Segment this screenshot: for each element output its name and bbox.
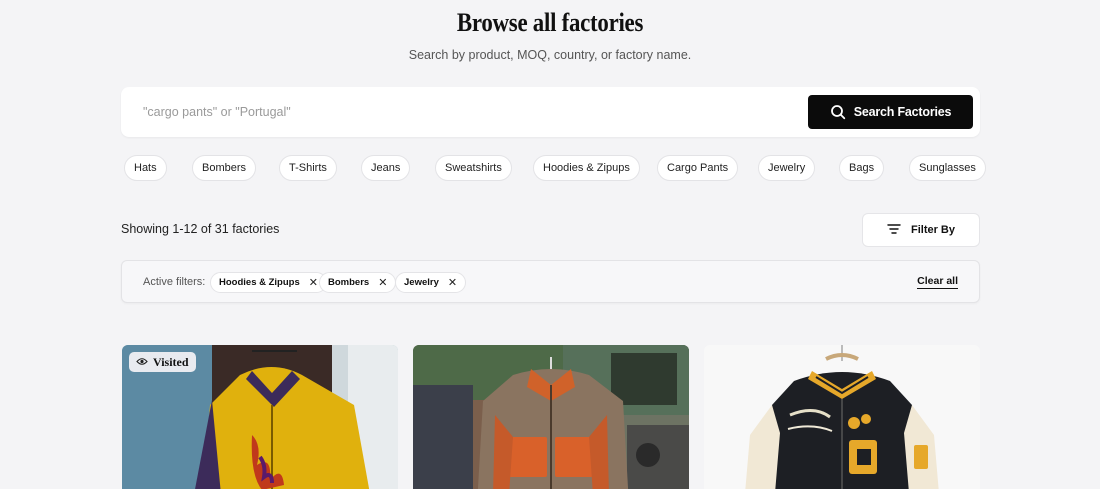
search-bar: Search Factories (121, 87, 980, 137)
active-filter-tag-bombers: Bombers ✕ (319, 272, 397, 293)
search-factories-button[interactable]: Search Factories (808, 95, 973, 129)
eye-icon (136, 355, 148, 370)
fleece-jacket-photo (413, 345, 689, 489)
active-filters-bar: Active filters: Hoodies & Zipups ✕ Bombe… (121, 260, 980, 303)
category-chip-sunglasses[interactable]: Sunglasses (909, 155, 986, 181)
close-icon[interactable]: ✕ (378, 276, 387, 289)
factory-card[interactable] (704, 345, 980, 489)
active-filter-tag-label: Hoodies & Zipups (219, 277, 300, 288)
factory-card[interactable] (413, 345, 689, 489)
page-subtitle: Search by product, MOQ, country, or fact… (408, 48, 692, 62)
close-icon[interactable]: ✕ (309, 276, 318, 289)
search-icon (830, 104, 846, 120)
search-input[interactable] (131, 96, 801, 128)
close-icon[interactable]: ✕ (448, 276, 457, 289)
varsity-jacket-photo (704, 345, 980, 489)
filter-by-button[interactable]: Filter By (862, 213, 980, 247)
category-chips: Hats Bombers T-Shirts Jeans Sweatshirts … (0, 155, 1100, 181)
filter-lines-icon (887, 223, 901, 238)
filter-by-label: Filter By (910, 224, 955, 236)
active-filter-tag-label: Jewelry (404, 277, 439, 288)
category-chip-cargo-pants[interactable]: Cargo Pants (657, 155, 739, 181)
category-chip-sweatshirts[interactable]: Sweatshirts (435, 155, 512, 181)
active-filter-tag-jewelry: Jewelry ✕ (395, 272, 467, 293)
visited-badge: Visited (129, 352, 196, 372)
search-button-label: Search Factories (853, 105, 952, 119)
factory-card[interactable]: Visited (122, 345, 398, 489)
active-filter-tag-label: Bombers (328, 277, 370, 288)
visited-label: Visited (153, 354, 189, 369)
category-chip-bombers[interactable]: Bombers (192, 155, 257, 181)
category-chip-jewelry[interactable]: Jewelry (758, 155, 816, 181)
category-chip-bags[interactable]: Bags (839, 155, 885, 181)
results-count: Showing 1-12 of 31 factories (121, 222, 280, 236)
clear-all-link[interactable]: Clear all (917, 275, 958, 289)
category-chip-t-shirts[interactable]: T-Shirts (279, 155, 337, 181)
active-filters-label: Active filters: (143, 276, 206, 288)
category-chip-hoodies-zipups[interactable]: Hoodies & Zipups (533, 155, 640, 181)
category-chip-hats[interactable]: Hats (124, 155, 167, 181)
category-chip-jeans[interactable]: Jeans (361, 155, 411, 181)
active-filter-tag-hoodies-zipups: Hoodies & Zipups ✕ (210, 272, 327, 293)
page-title: Browse all factories (456, 8, 644, 37)
